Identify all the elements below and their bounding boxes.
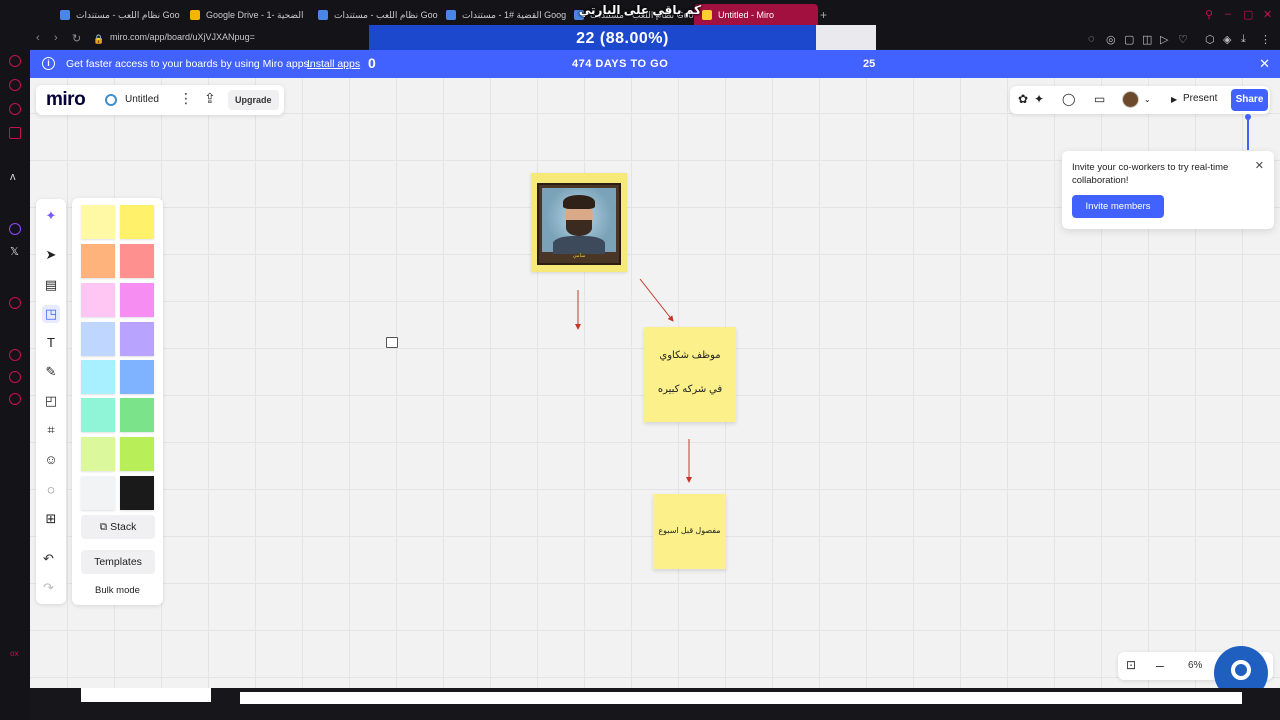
sticky-note[interactable]: مفصول قبل اسبوع: [653, 494, 726, 569]
sticky-note[interactable]: موظف شكاوي في شركه كبيره: [644, 327, 736, 422]
bottom-overlay-bar: [240, 692, 1242, 704]
zoom-level[interactable]: 6%: [1188, 660, 1202, 671]
zoom-out-icon[interactable]: –: [1156, 657, 1164, 673]
portrait-image: سامي: [537, 183, 621, 265]
portrait-background: [542, 188, 616, 254]
portrait-body: [553, 236, 605, 254]
connector-layer: [575, 278, 692, 483]
portrait-beard: [566, 220, 592, 236]
fit-to-screen-icon[interactable]: ⊡: [1126, 658, 1136, 672]
portrait-card[interactable]: سامي: [531, 173, 627, 272]
portrait-caption: سامي: [572, 253, 586, 259]
help-ring-icon: [1231, 660, 1251, 680]
portrait-hair: [563, 195, 595, 209]
connector-arrow[interactable]: [639, 278, 674, 322]
sticky-text: موظف شكاوي: [659, 350, 721, 361]
bottom-overlay-box: [81, 688, 211, 702]
sticky-text: في شركه كبيره: [657, 384, 723, 395]
sticky-text: مفصول قبل اسبوع: [658, 526, 721, 535]
sticky-cursor-icon: [386, 337, 398, 348]
